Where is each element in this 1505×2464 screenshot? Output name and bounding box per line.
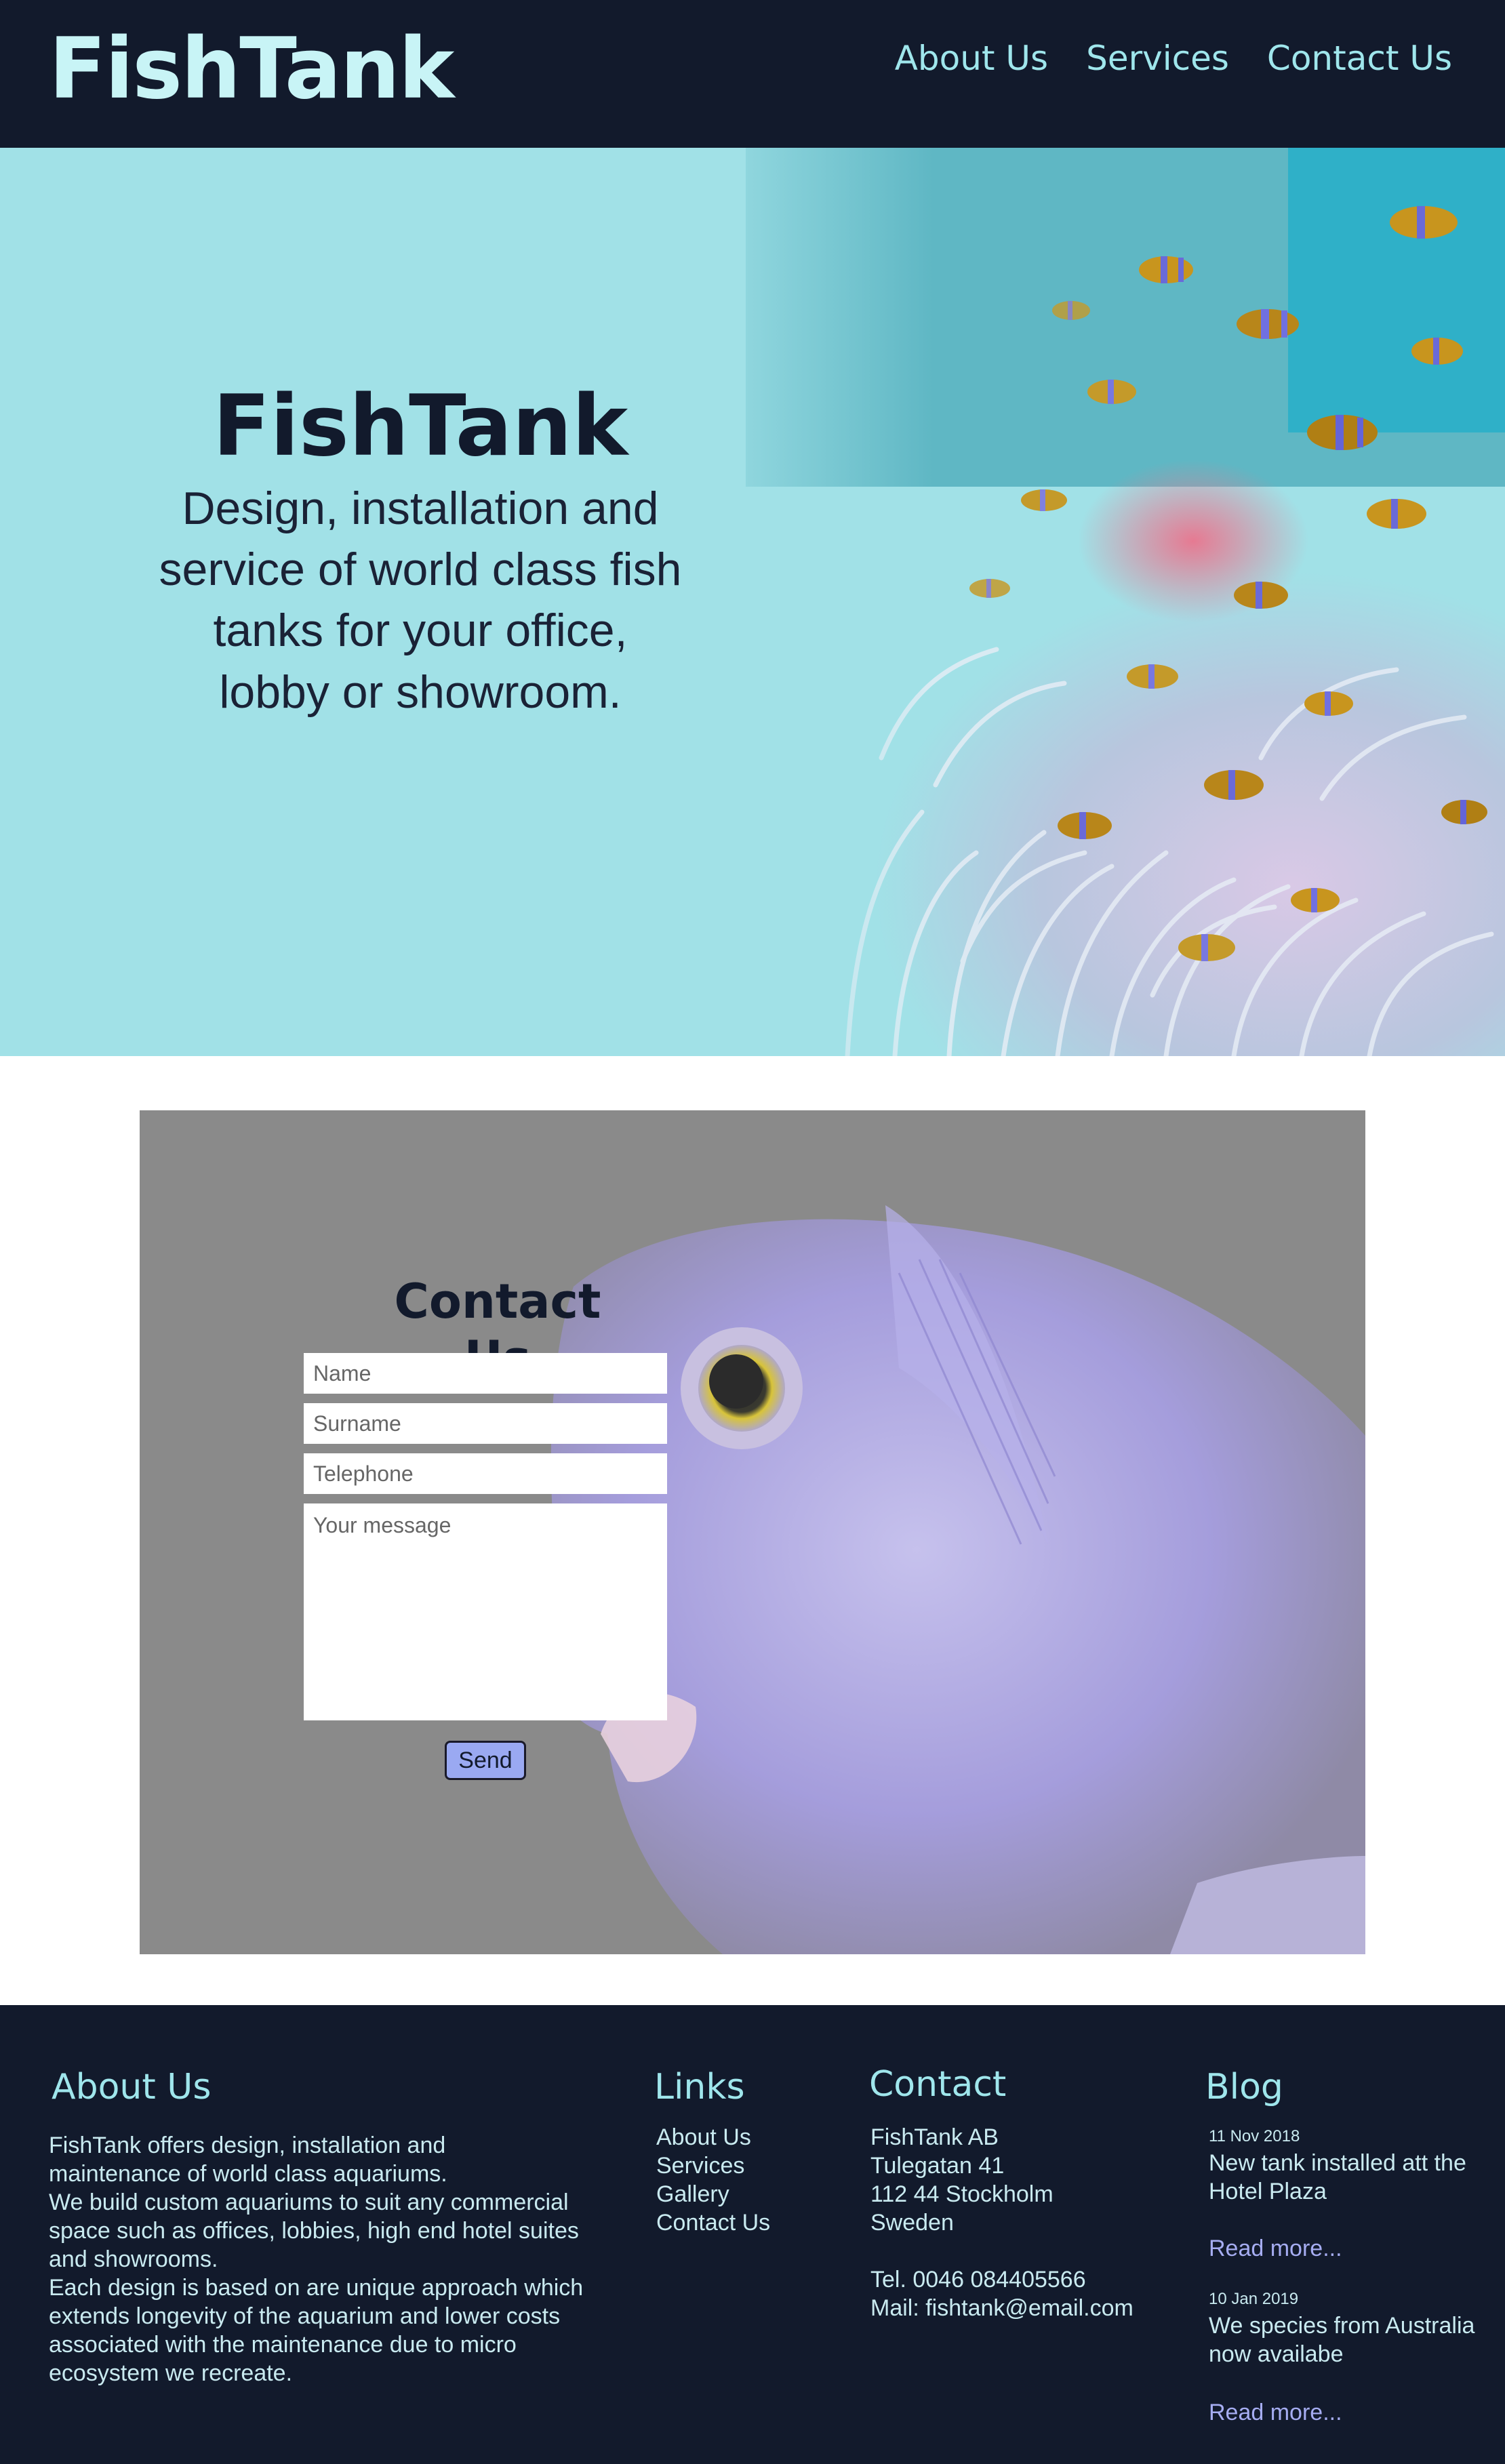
blog-post-title-line: Hotel Plaza [1209, 2179, 1327, 2204]
hero-section: FishTank Design, installation and servic… [0, 148, 1505, 1056]
footer-about-heading: About Us [52, 2067, 212, 2107]
telephone-input[interactable] [304, 1453, 667, 1494]
footer-about-line: Each design is based on are unique appro… [49, 2275, 584, 2301]
footer-blog-heading: Blog [1205, 2067, 1283, 2107]
contact-section: Contact Us Send [140, 1110, 1365, 1954]
nav-contact-us[interactable]: Contact Us [1267, 38, 1452, 79]
footer-address-line: 112 44 Stockholm [870, 2181, 1054, 2207]
footer-about-line: FishTank offers design, installation and [49, 2133, 446, 2158]
surname-input[interactable] [304, 1403, 667, 1444]
footer-about-line: maintenance of world class aquariums. [49, 2161, 447, 2187]
main-nav: About Us Services Contact Us [895, 38, 1452, 79]
footer-about-line: space such as offices, lobbies, high end… [49, 2218, 579, 2244]
blog-date: 11 Nov 2018 [1209, 2127, 1300, 2145]
footer-link-about-us[interactable]: About Us [656, 2123, 770, 2152]
footer-address-line: Tulegatan 41 [870, 2153, 1005, 2179]
footer-about-line: We build custom aquariums to suit any co… [49, 2189, 569, 2215]
footer-contact-heading: Contact [869, 2064, 1007, 2105]
blog-read-more-link[interactable]: Read more... [1209, 2400, 1342, 2426]
message-textarea[interactable] [304, 1503, 667, 1720]
footer-about-text: FishTank offers design, installation and… [49, 2131, 583, 2387]
nav-services[interactable]: Services [1086, 38, 1229, 79]
footer-phone: Tel. 0046 084405566 [870, 2267, 1086, 2293]
blog-post-title-line: We species from Australia [1209, 2313, 1475, 2339]
footer-address-line: Sweden [870, 2210, 954, 2236]
footer-about-line: and showrooms. [49, 2246, 218, 2272]
blog-post-title[interactable]: We species from Australia now availabe [1209, 2311, 1474, 2368]
footer-address-line: FishTank AB [870, 2124, 999, 2150]
hero-subtitle-line: tanks for your office, [213, 605, 628, 657]
hero-subtitle: Design, installation and service of worl… [95, 478, 746, 723]
hero-subtitle-line: lobby or showroom. [219, 666, 622, 718]
footer-link-services[interactable]: Services [656, 2152, 770, 2180]
blog-post-title-line: New tank installed att the [1209, 2150, 1466, 2176]
footer-about-line: associated with the maintenance due to m… [49, 2332, 517, 2358]
footer-link-gallery[interactable]: Gallery [656, 2180, 770, 2208]
site-logo[interactable]: FishTank [49, 19, 454, 120]
footer-link-contact-us[interactable]: Contact Us [656, 2208, 770, 2237]
footer-contact-address: FishTank AB Tulegatan 41 112 44 Stockhol… [870, 2123, 1133, 2322]
blog-post-title-line: now availabe [1209, 2341, 1344, 2367]
footer-links-list: About Us Services Gallery Contact Us [656, 2123, 770, 2237]
nav-about-us[interactable]: About Us [895, 38, 1048, 79]
hero-subtitle-line: service of world class fish [159, 544, 682, 596]
send-button[interactable]: Send [445, 1741, 526, 1780]
name-input[interactable] [304, 1353, 667, 1394]
hero-subtitle-line: Design, installation and [182, 482, 659, 534]
blog-date: 10 Jan 2019 [1209, 2290, 1299, 2308]
footer-about-line: extends longevity of the aquarium and lo… [49, 2303, 561, 2329]
site-footer: About Us FishTank offers design, install… [0, 2005, 1505, 2464]
hero-title: FishTank [212, 378, 628, 475]
footer-mail: Mail: fishtank@email.com [870, 2295, 1133, 2321]
hero-text: FishTank Design, installation and servic… [95, 378, 746, 723]
footer-links-heading: Links [654, 2067, 745, 2107]
blog-read-more-link[interactable]: Read more... [1209, 2236, 1342, 2262]
blog-post-title[interactable]: New tank installed att the Hotel Plaza [1209, 2149, 1466, 2206]
site-header: FishTank About Us Services Contact Us [0, 0, 1505, 148]
footer-about-line: ecosystem we recreate. [49, 2360, 293, 2386]
